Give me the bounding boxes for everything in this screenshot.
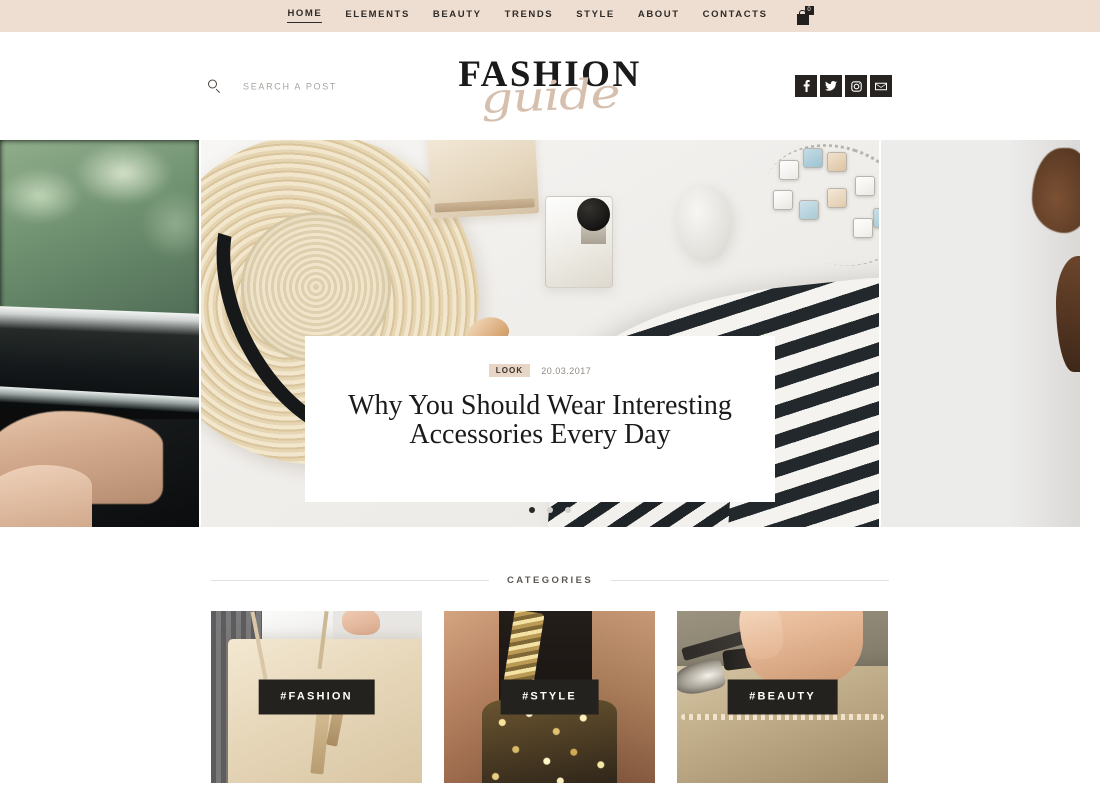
categories-section: CATEGORIES #FASHION #STYLE #BEAUTY [0, 527, 1100, 783]
nav-item-home[interactable]: HOME [287, 9, 323, 23]
category-label-style: #STYLE [500, 679, 599, 715]
nav-item-about[interactable]: ABOUT [638, 10, 680, 23]
nav-item-beauty[interactable]: BEAUTY [433, 10, 482, 23]
hero-main-image[interactable]: LOOK 20.03.2017 Why You Should Wear Inte… [201, 140, 879, 527]
category-grid: #FASHION #STYLE #BEAUTY [211, 611, 889, 783]
search-input[interactable]: SEARCH A POST [208, 79, 338, 93]
perfume-cap [577, 198, 610, 231]
nav-item-elements[interactable]: ELEMENTS [345, 10, 410, 23]
slider-dot-3[interactable] [565, 507, 571, 513]
hero-slider: LOOK 20.03.2017 Why You Should Wear Inte… [0, 140, 1100, 527]
shopping-bag-icon[interactable]: 0 [796, 6, 814, 25]
instagram-icon[interactable] [845, 75, 867, 97]
cream-wallet [426, 140, 540, 219]
white-stone [675, 185, 731, 259]
nav-item-contacts[interactable]: CONTACTS [703, 10, 768, 23]
category-card-style[interactable]: #STYLE [444, 611, 655, 783]
cart-count-badge: 0 [804, 6, 814, 15]
hero-meta: LOOK 20.03.2017 [488, 364, 592, 377]
hero-caption-card: LOOK 20.03.2017 Why You Should Wear Inte… [305, 336, 775, 502]
hero-date: 20.03.2017 [541, 365, 592, 376]
slider-dot-1[interactable] [529, 507, 535, 513]
category-card-beauty[interactable]: #BEAUTY [677, 611, 888, 783]
hero-title[interactable]: Why You Should Wear Interesting Accessor… [340, 391, 740, 450]
facebook-icon[interactable] [795, 75, 817, 97]
categories-heading: CATEGORIES [211, 575, 890, 586]
divider-right [611, 580, 890, 581]
slider-pagination [529, 507, 571, 513]
hero-side-image-left[interactable] [0, 140, 199, 527]
top-navigation-bar: HOME ELEMENTS BEAUTY TRENDS STYLE ABOUT … [0, 0, 1100, 32]
nav-item-trends[interactable]: TRENDS [505, 10, 554, 23]
car-window-photo [0, 140, 199, 527]
main-menu: HOME ELEMENTS BEAUTY TRENDS STYLE ABOUT … [287, 6, 814, 25]
studio-photo [881, 140, 1080, 527]
site-header: SEARCH A POST FASHION guide [0, 32, 1100, 140]
shopping-bag-body [796, 14, 809, 25]
hero-category-badge[interactable]: LOOK [488, 364, 531, 377]
site-logo[interactable]: FASHION guide [420, 48, 680, 124]
twitter-icon[interactable] [820, 75, 842, 97]
category-label-fashion: #FASHION [258, 679, 375, 715]
categories-title: CATEGORIES [506, 575, 594, 586]
search-placeholder: SEARCH A POST [243, 81, 338, 91]
email-icon[interactable] [870, 75, 892, 97]
slider-dot-2[interactable] [547, 507, 553, 513]
gemstone-necklace [746, 140, 879, 285]
divider-left [211, 580, 489, 581]
category-card-fashion[interactable]: #FASHION [211, 611, 422, 783]
category-label-beauty: #BEAUTY [727, 679, 838, 715]
hero-side-image-right[interactable] [881, 140, 1080, 527]
search-icon [208, 79, 221, 93]
social-links [795, 75, 892, 97]
nav-item-style[interactable]: STYLE [576, 10, 615, 23]
